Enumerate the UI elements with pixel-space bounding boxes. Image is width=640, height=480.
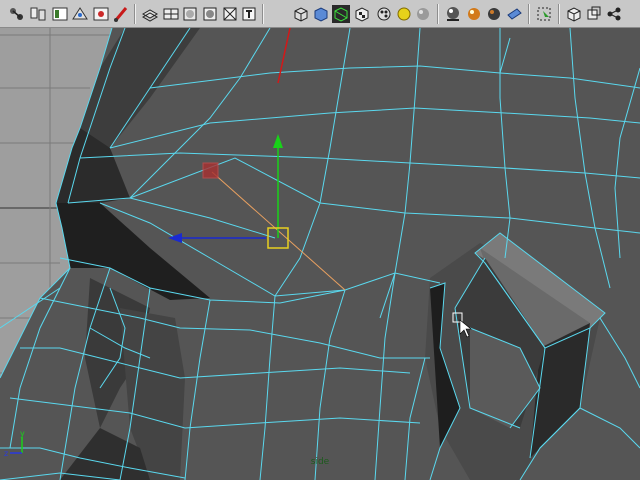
default-lighting-icon[interactable] <box>221 5 239 23</box>
viewport-scene[interactable]: y z <box>0 28 640 480</box>
share-icon[interactable] <box>585 5 603 23</box>
isolate-select-icon[interactable] <box>332 5 350 23</box>
render-view-icon[interactable] <box>51 5 69 23</box>
layer-icon[interactable] <box>485 5 503 23</box>
toolbar-separator <box>262 4 264 24</box>
smooth-shade-icon[interactable] <box>141 5 159 23</box>
smooth-shade-all-icon[interactable] <box>312 5 330 23</box>
paint-effects-icon[interactable] <box>112 5 130 23</box>
use-all-lights-icon[interactable] <box>375 5 393 23</box>
texture-map-icon[interactable] <box>353 5 371 23</box>
toolbar-separator <box>558 4 560 24</box>
ipr-render-icon[interactable] <box>71 5 89 23</box>
backface-culling-icon[interactable] <box>535 5 553 23</box>
wireframe-on-shaded-icon[interactable] <box>162 5 180 23</box>
connection-editor-icon[interactable] <box>29 5 47 23</box>
channel-box-icon[interactable] <box>605 5 623 23</box>
grid-view-icon[interactable] <box>565 5 583 23</box>
texture-icon[interactable] <box>240 5 258 23</box>
toolbar-separator <box>528 4 530 24</box>
selected-vertex-marker[interactable] <box>202 162 219 179</box>
toolbar-separator <box>134 4 136 24</box>
resolution-gate-icon[interactable] <box>505 5 523 23</box>
camera-name-label: side <box>310 457 330 467</box>
phong-material-icon[interactable] <box>444 5 462 23</box>
sphere-light-icon[interactable] <box>395 5 413 23</box>
svg-text:y: y <box>20 429 25 438</box>
shaded-box-icon[interactable] <box>181 5 199 23</box>
hypergraph-icon[interactable] <box>8 5 26 23</box>
blinn-material-icon[interactable] <box>465 5 483 23</box>
viewport-panel[interactable]: y z side <box>0 28 640 480</box>
lambert-material-icon[interactable] <box>414 5 432 23</box>
render-settings-icon[interactable] <box>92 5 110 23</box>
toolbar-separator <box>437 4 439 24</box>
camera-attributes-icon[interactable] <box>292 5 310 23</box>
toolbar <box>0 0 640 28</box>
xray-icon[interactable] <box>201 5 219 23</box>
